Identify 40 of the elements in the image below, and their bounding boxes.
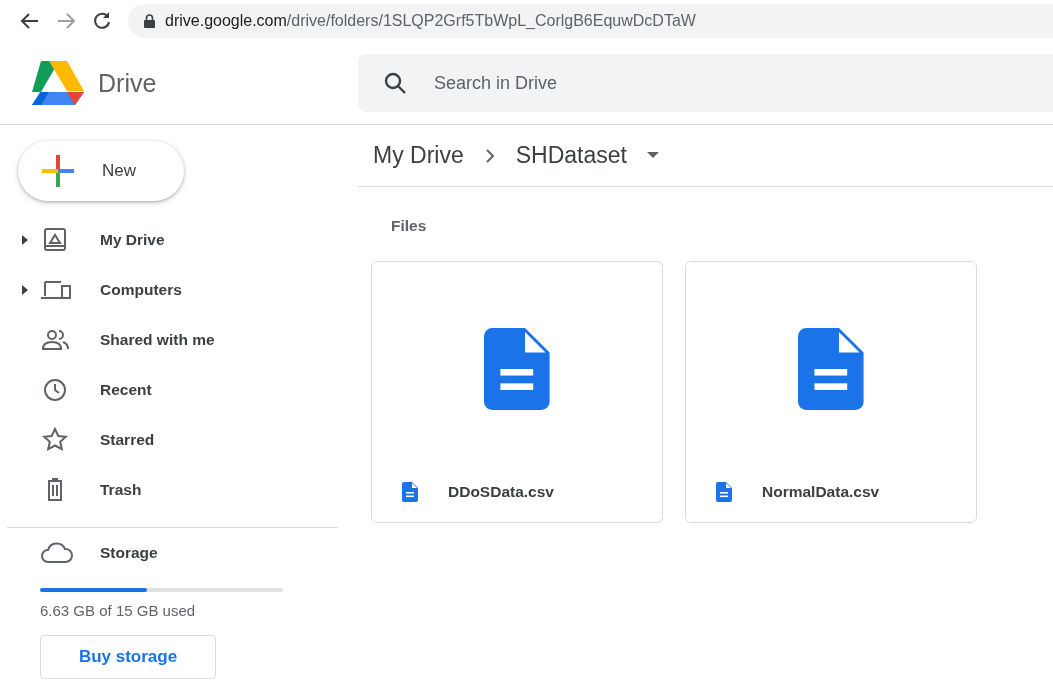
search-field[interactable]: Search in Drive xyxy=(432,71,1053,95)
sidebar-item[interactable]: Trash xyxy=(0,465,358,515)
document-icon xyxy=(484,328,550,410)
chevron-icon xyxy=(483,147,496,164)
file-type-icon xyxy=(716,482,732,502)
drive-logo-icon xyxy=(32,61,84,105)
breadcrumb-link[interactable]: SHDataset xyxy=(515,142,627,169)
sidebar-item[interactable]: Starred xyxy=(0,415,358,465)
file-name: NormalData.csv xyxy=(762,483,880,501)
search-bar[interactable]: Search in Drive xyxy=(358,54,1053,112)
people-icon xyxy=(40,327,72,353)
app-title: Drive xyxy=(98,68,157,98)
storage-usage: 6.63 GB of 15 GB used xyxy=(40,602,197,619)
sidebar-item[interactable]: Recent xyxy=(0,365,358,415)
url-host: drive.google.com xyxy=(165,12,287,29)
address-bar[interactable]: drive.google.com/drive/folders/1SLQP2Grf5TbWpL_CorlgB6EquwDcDTaW xyxy=(128,4,1053,38)
back-icon[interactable] xyxy=(20,11,40,31)
section-title: Files xyxy=(390,216,428,235)
buy-storage-button[interactable]: Buy storage xyxy=(40,635,216,679)
cloud-icon xyxy=(40,542,74,564)
search-icon xyxy=(384,72,406,94)
url-path: /drive/folders/1SLQP2Grf5TbWpL_CorlgB6EquwDcDTaW xyxy=(286,12,696,29)
sidebar-item[interactable]: Computers xyxy=(0,265,358,315)
reload-icon[interactable] xyxy=(92,11,112,31)
new-button[interactable]: New xyxy=(18,141,184,201)
file-card[interactable]: DDoSData.csv xyxy=(371,261,663,523)
sidebar-item[interactable]: Shared with me xyxy=(0,315,358,365)
expand-icon[interactable] xyxy=(20,235,30,245)
lock-icon xyxy=(144,14,155,28)
sidebar-item[interactable]: My Drive xyxy=(0,215,358,265)
file-type-icon xyxy=(402,482,418,502)
plus-icon xyxy=(40,153,76,189)
dropdown-caret-icon[interactable] xyxy=(646,152,659,159)
file-name: DDoSData.csv xyxy=(448,483,554,501)
breadcrumb-link[interactable]: My Drive xyxy=(373,142,464,169)
document-icon xyxy=(798,328,864,410)
file-card[interactable]: NormalData.csv xyxy=(685,261,977,523)
forward-icon[interactable] xyxy=(56,11,76,31)
storage-item[interactable]: Storage xyxy=(0,528,358,578)
expand-icon[interactable] xyxy=(20,285,30,295)
